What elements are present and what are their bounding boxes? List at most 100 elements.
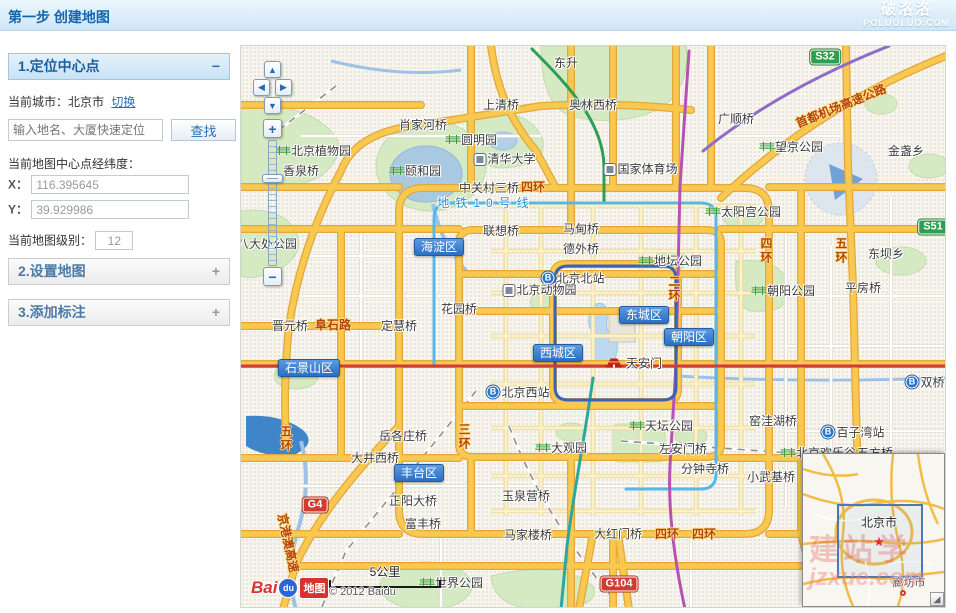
map-label-text: 大井西桥 [351,452,399,464]
map-label-place: 香泉桥 [283,165,319,177]
map-label-place: 中关村三桥 [459,182,519,194]
metro-icon: B [821,426,834,439]
map-label-text: 国家体育场 [617,163,677,175]
expand-icon[interactable]: + [212,300,220,325]
map-label-metro: B百子湾站 [821,426,884,439]
map-label-place: 联想桥 [483,225,519,237]
map-label-poi: 国家体育场 [604,163,677,175]
tiananmen-icon [604,356,624,371]
map-label-poi: 清华大学 [474,153,535,165]
map-label-shield-red: G104 [601,577,638,592]
map-label-park: 丰丰天坛公园 [629,420,693,432]
map-label-place: 奥林西桥 [569,99,617,111]
map-label-place: 左安门桥 [659,443,707,455]
zoom-out-button[interactable]: − [263,267,282,286]
map-label-place: 马家楼桥 [504,529,552,541]
park-icon: 丰丰 [751,287,765,296]
corner-arrow-icon: ◢ [934,594,941,604]
pan-down-button[interactable]: ▼ [264,97,281,114]
map-label-district: 丰台区 [394,464,444,482]
zoom-slider-handle[interactable] [262,174,283,183]
top-header-bar: 第一步 创建地图 破洛洛 POLUOLUO.COM [0,0,956,31]
metro-icon: B [486,386,499,399]
map-label-district: 海淀区 [414,238,464,256]
map-label-text: 天坛公园 [645,420,693,432]
map-label-text: 分钟寺桥 [681,463,729,475]
map-label-text: 四环 [759,237,773,265]
minus-icon: − [268,269,276,285]
map-label-place: 德外桥 [563,243,599,255]
map-label-place: 东升 [554,57,578,69]
map-label-park: 丰丰望京公园 [759,141,823,153]
pan-left-button[interactable]: ◀ [253,79,270,96]
map-label-ring-h: 四环 [655,528,679,540]
pan-up-button[interactable]: ▲ [264,61,281,78]
map-label-place: 上清桥 [483,99,519,111]
map-label-text: 玉泉营桥 [502,490,550,502]
map-label-poi: 北京动物园 [503,284,576,296]
map-label-text: 晋元桥 [272,320,308,332]
map-label-text: 四环 [655,528,679,540]
map-label-text: 望京公园 [775,141,823,153]
site-watermark-cn: 破洛洛 [864,2,951,19]
pan-right-button[interactable]: ▶ [275,79,292,96]
place-search-input[interactable] [8,119,163,141]
search-button[interactable]: 查找 [171,119,236,141]
minimap-city2-label: 廊坊市 [893,574,926,590]
map-label-subway: 地铁10号线 [437,197,534,209]
map-label-text: 中关村三桥 [459,182,519,194]
map-label-text: 百子湾站 [836,426,884,438]
section-add-marker-header[interactable]: 3.添加标注 + [8,299,230,326]
map-label-text: 五环 [834,237,848,265]
quick-locate-row: 查找 [8,119,230,143]
map-label-text: 岳各庄桥 [379,430,427,442]
zoom-in-button[interactable]: + [263,119,282,138]
map-label-place: 小武基桥 [747,471,795,483]
map-scale: 5公里 [329,563,441,588]
map-level-field[interactable] [95,231,133,250]
map-label-park: 丰丰大观园 [535,442,587,454]
map-label-text: 地坛公园 [654,255,702,267]
map-label-text: 太阳宫公园 [721,206,781,218]
site-watermark-en: POLUOLUO.COM [864,19,951,29]
map-canvas[interactable]: 东升上清桥奥林西桥肖家河桥广顺桥丰丰圆明园丰丰望京公园金盏乡丰丰北京植物园丰丰颐… [240,45,946,608]
current-city-label: 当前城市： [8,95,68,109]
map-label-text: 北京西站 [501,386,549,398]
expand-icon[interactable]: + [212,259,220,284]
map-label-text: 二环 [667,275,681,303]
map-label-place: 平房桥 [845,282,881,294]
section-locate-center-header[interactable]: 1.定位中心点 − [8,53,230,80]
map-label-text: 北京植物园 [291,145,351,157]
map-label-text: G4 [308,500,323,511]
section-set-map-header[interactable]: 2.设置地图 + [8,258,230,285]
y-coordinate-field[interactable] [31,200,189,219]
map-label-text: 左安门桥 [659,443,707,455]
map-label-text: 颐和园 [405,165,441,177]
map-label-text: 圆明园 [461,134,497,146]
map-label-place: 分钟寺桥 [681,463,729,475]
map-label-ring-v: 五环 [280,425,292,453]
map-label-text: 地铁10号线 [437,197,534,209]
collapse-icon[interactable]: − [212,54,220,79]
map-label-text: 海淀区 [421,241,457,253]
overview-minimap[interactable]: 北京市 ★ 廊坊市 ◢ [802,453,945,607]
switch-city-link[interactable]: 切换 [111,95,135,109]
arrow-up-icon: ▲ [268,65,277,75]
map-label-shield-green: S51 [918,220,946,235]
baidu-logo-text: Bai [251,578,277,598]
map-label-metro: B北京西站 [486,386,549,399]
zoom-slider-track[interactable] [268,140,277,266]
park-icon: 丰丰 [705,208,719,217]
map-label-text: 阜石路 [315,319,351,331]
map-label-park: 丰丰颐和园 [389,165,441,177]
map-label-road-red: 阜石路 [315,319,351,331]
arrow-down-icon: ▼ [268,101,277,111]
map-label-text: 定慧桥 [381,320,417,332]
x-coordinate-field[interactable] [31,175,189,194]
minimap-toggle-button[interactable]: ◢ [930,592,944,606]
map-label-text: 肖家河桥 [399,119,447,131]
map-label-text: 上清桥 [483,99,519,111]
section1-title: 1.定位中心点 [18,58,100,74]
map-label-place: 马甸桥 [563,223,599,235]
map-label-place: 玉泉营桥 [502,490,550,502]
